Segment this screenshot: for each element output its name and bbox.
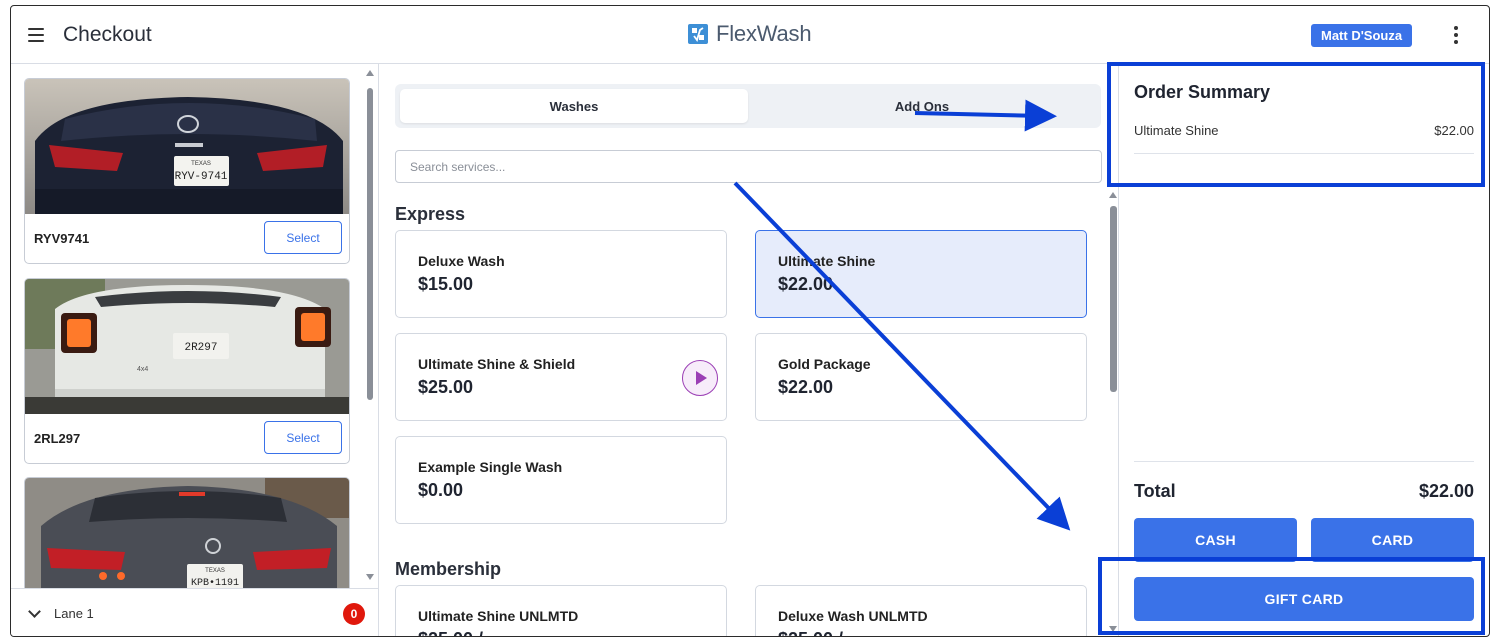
membership-price: $25.00 /	[778, 629, 843, 636]
section-title-express: Express	[395, 204, 466, 224]
scroll-up-icon[interactable]	[366, 70, 374, 76]
lane-selector[interactable]: Lane 1 0	[11, 588, 378, 636]
service-card-example-single-wash[interactable]: Example Single Wash $0.00	[395, 436, 727, 524]
svg-text:4x4: 4x4	[137, 366, 148, 373]
service-name: Ultimate Shine	[778, 253, 876, 269]
plate-state: TEXAS	[205, 568, 225, 574]
scrollbar-thumb[interactable]	[367, 88, 373, 400]
service-price: $22.00	[778, 377, 834, 397]
service-name: Deluxe Wash	[418, 253, 505, 269]
tab-washes[interactable]: Washes	[400, 89, 748, 123]
cash-button[interactable]: CASH	[1134, 518, 1297, 562]
membership-name: Deluxe Wash UNLMTD	[778, 608, 928, 624]
plate-number: RYV-9741	[175, 171, 228, 183]
flexwash-logo-icon	[688, 24, 708, 44]
service-price: $22.00	[778, 274, 834, 294]
service-card-ultimate-shine-shield[interactable]: Ultimate Shine & Shield $25.00	[395, 333, 727, 421]
divider	[1134, 153, 1474, 154]
select-vehicle-button[interactable]: Select	[264, 221, 342, 254]
service-name: Gold Package	[778, 356, 871, 372]
vehicle-photo: 2R297 4x4	[25, 279, 349, 414]
vehicle-plate: 2RL297	[34, 431, 81, 446]
plate-number: 2R297	[184, 342, 217, 354]
card-button[interactable]: CARD	[1311, 518, 1474, 562]
section-title-membership: Membership	[395, 559, 502, 579]
vehicle-photo: TEXAS RYV-9741	[25, 79, 349, 214]
service-card-ultimate-shine[interactable]: Ultimate Shine $22.00	[755, 230, 1087, 318]
service-tabs: Washes Add Ons	[395, 84, 1101, 128]
lane-count-badge: 0	[343, 603, 365, 625]
plate-state: TEXAS	[191, 161, 211, 167]
membership-name: Ultimate Shine UNLMTD	[418, 608, 579, 624]
membership-price: $25.00 /	[418, 629, 483, 636]
service-price: $15.00	[418, 274, 474, 294]
select-vehicle-button[interactable]: Select	[264, 421, 342, 454]
services-panel: Washes Add Ons Express Deluxe Wash $15.0…	[380, 64, 1117, 636]
page-title: Checkout	[63, 23, 152, 46]
service-card-gold-package[interactable]: Gold Package $22.00	[755, 333, 1087, 421]
vehicle-card[interactable]: 2R297 4x4 2RL297 Select	[24, 278, 350, 464]
top-header: Checkout FlexWash Matt D'Souza	[11, 6, 1489, 64]
user-button[interactable]: Matt D'Souza	[1311, 24, 1413, 47]
total-value: $22.00	[1418, 481, 1474, 501]
hamburger-menu-icon[interactable]	[28, 28, 44, 42]
brand-logo: FlexWash	[687, 21, 812, 47]
membership-card-ultimate-shine-unlmtd[interactable]: Ultimate Shine UNLMTD $25.00 /	[395, 585, 727, 636]
service-card-deluxe-wash[interactable]: Deluxe Wash $15.00	[395, 230, 727, 318]
order-summary-title: Order Summary	[1134, 82, 1271, 102]
service-name: Example Single Wash	[418, 459, 563, 475]
scroll-up-icon[interactable]	[1109, 192, 1117, 198]
scroll-down-icon[interactable]	[1109, 626, 1117, 632]
chevron-down-icon[interactable]	[28, 605, 41, 618]
vehicle-plate: RYV9741	[34, 231, 90, 246]
tab-add-ons[interactable]: Add Ons	[748, 89, 1096, 123]
brand-name: FlexWash	[716, 21, 812, 46]
search-services-input[interactable]	[395, 150, 1102, 183]
divider	[1134, 461, 1474, 462]
membership-card-deluxe-wash-unlmtd[interactable]: Deluxe Wash UNLMTD $25.00 /	[755, 585, 1087, 636]
order-summary-panel: Order Summary Ultimate Shine $22.00 Tota…	[1118, 64, 1489, 636]
total-label: Total	[1134, 481, 1176, 501]
service-price: $25.00	[418, 377, 474, 397]
order-item-price: $22.00	[1434, 123, 1474, 138]
vehicle-list-scrollbar[interactable]	[363, 70, 375, 588]
more-options-icon[interactable]	[1453, 26, 1459, 46]
scrollbar-thumb[interactable]	[1110, 206, 1117, 392]
app-window: Checkout FlexWash Matt D'Souza TEXAS RYV…	[10, 5, 1490, 637]
lane-label: Lane 1	[54, 606, 94, 621]
scroll-down-icon[interactable]	[366, 574, 374, 580]
services-scrollbar[interactable]	[1107, 192, 1117, 636]
service-price: $0.00	[418, 480, 464, 500]
play-icon[interactable]	[682, 360, 718, 396]
order-item-name: Ultimate Shine	[1134, 123, 1219, 138]
vehicle-card[interactable]: TEXAS RYV-9741 RYV9741 Select	[24, 78, 350, 264]
service-name: Ultimate Shine & Shield	[418, 356, 576, 372]
gift-card-button[interactable]: GIFT CARD	[1134, 577, 1474, 621]
vehicle-list-panel: TEXAS RYV-9741 RYV9741 Select 2R297 4x4 …	[11, 64, 379, 636]
